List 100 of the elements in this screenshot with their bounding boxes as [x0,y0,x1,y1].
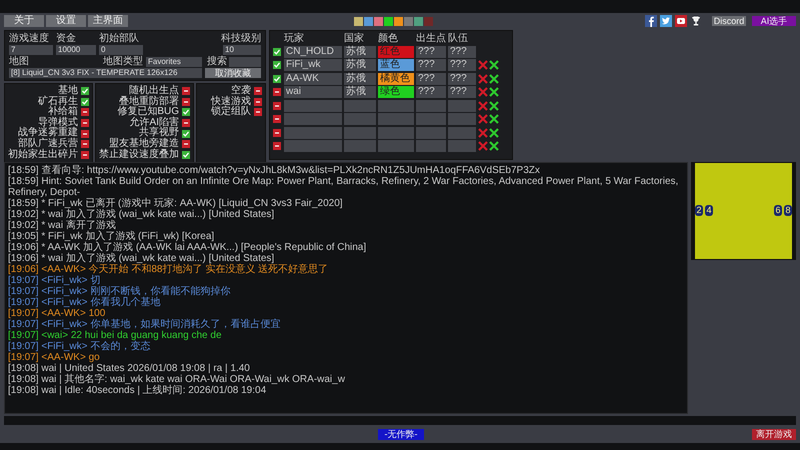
checkbox[interactable] [273,88,281,96]
cross-icon[interactable] [489,100,499,110]
player-name-field[interactable]: AA-WK [284,72,342,84]
toolbar-button[interactable]: 设置 [46,15,86,27]
spawn-field[interactable]: ??? [416,86,446,98]
player-name-field[interactable]: wai [284,86,342,98]
search-field[interactable] [229,56,261,66]
country-field[interactable] [344,100,376,112]
color-field[interactable] [378,140,414,152]
checkbox[interactable] [81,87,89,96]
cross-icon[interactable] [489,114,499,124]
player-name-field[interactable]: CN_HOLD [284,46,342,58]
team-field[interactable] [448,126,476,138]
color-field[interactable] [378,100,414,112]
video-play-icon[interactable] [675,15,687,27]
player-name-field[interactable] [284,113,342,125]
spawn-field[interactable]: ??? [416,72,446,84]
spawn-field[interactable]: ??? [416,46,446,58]
checkbox[interactable] [254,98,262,106]
close-icon[interactable] [478,87,488,97]
player-name-field[interactable] [284,100,342,112]
cross-icon[interactable] [489,141,499,151]
close-icon[interactable] [478,141,488,151]
checkbox[interactable] [81,130,89,138]
link-button[interactable]: Discord [712,16,746,26]
input-field[interactable]: 10000 [56,45,96,55]
checkbox[interactable] [182,108,190,116]
color-field[interactable]: 绿色 [378,86,414,98]
color-swatch[interactable] [414,16,423,26]
country-field[interactable] [344,126,376,138]
checkbox[interactable] [182,130,190,138]
country-field[interactable]: 苏俄 [344,72,376,84]
close-icon[interactable] [478,128,488,138]
checkbox[interactable] [273,48,281,56]
spawn-field[interactable] [416,113,446,125]
input-field[interactable]: 7 [9,45,53,55]
country-field[interactable]: 苏俄 [344,46,376,58]
facebook-icon[interactable] [645,15,657,27]
player-name-field[interactable]: FiFi_wk [284,59,342,71]
trophy-icon[interactable] [690,15,702,27]
checkbox[interactable] [273,74,281,82]
checkbox[interactable] [273,102,281,110]
link-button[interactable]: AI选手 [752,16,796,26]
spawn-field[interactable] [416,100,446,112]
dropdown[interactable]: Favorites [146,56,202,66]
team-field[interactable] [448,140,476,152]
checkbox[interactable] [273,142,281,150]
spawn-marker[interactable]: 2 [695,205,703,216]
color-swatch[interactable] [364,16,373,26]
spawn-marker[interactable]: 4 [705,205,713,216]
color-swatch[interactable] [384,16,393,26]
color-field[interactable]: 蓝色 [378,59,414,71]
color-field[interactable]: 橘黄色 [378,72,414,84]
cross-icon[interactable] [489,87,499,97]
chat-input[interactable] [4,416,796,425]
twitter-icon[interactable] [660,15,672,27]
color-swatch[interactable] [374,16,383,26]
spawn-field[interactable] [416,140,446,152]
team-field[interactable]: ??? [448,72,476,84]
cross-icon[interactable] [489,74,499,84]
leave-game-button[interactable]: 离开游戏 [752,428,796,440]
checkbox[interactable] [182,98,190,106]
spawn-field[interactable] [416,126,446,138]
close-icon[interactable] [478,74,488,84]
spawn-field[interactable]: ??? [416,59,446,71]
country-field[interactable]: 苏俄 [344,86,376,98]
checkbox[interactable] [182,87,190,96]
unfavorite-button[interactable]: 取消收藏 [205,68,261,78]
checkbox[interactable] [273,115,281,123]
spawn-marker[interactable]: 8 [784,205,792,216]
no-cheat-button[interactable]: -无作弊- [378,428,424,440]
checkbox[interactable] [182,119,190,128]
checkbox[interactable] [254,87,262,96]
color-field[interactable] [378,126,414,138]
checkbox[interactable] [273,61,281,69]
team-field[interactable] [448,113,476,125]
close-icon[interactable] [478,114,488,124]
team-field[interactable]: ??? [448,86,476,98]
country-field[interactable] [344,140,376,152]
input-field[interactable]: 0 [99,45,143,55]
checkbox[interactable] [81,140,89,148]
color-swatch[interactable] [354,16,363,26]
map-name-field[interactable]: [8] Liquid_CN 3v3 FIX - TEMPERATE 126x126 [9,68,202,78]
input-field[interactable]: 10 [223,45,261,55]
cross-icon[interactable] [489,60,499,70]
color-swatch[interactable] [404,16,413,26]
checkbox[interactable] [182,150,190,159]
toolbar-button[interactable]: 主界面 [88,15,128,27]
team-field[interactable]: ??? [448,46,476,58]
close-icon[interactable] [478,60,488,70]
country-field[interactable] [344,113,376,125]
team-field[interactable]: ??? [448,59,476,71]
checkbox[interactable] [273,128,281,136]
player-name-field[interactable] [284,140,342,152]
spawn-marker[interactable]: 6 [774,205,782,216]
checkbox[interactable] [81,119,89,128]
checkbox[interactable] [81,108,89,116]
close-icon[interactable] [478,100,488,110]
color-field[interactable] [378,113,414,125]
toolbar-button[interactable]: 关于 [4,15,44,27]
